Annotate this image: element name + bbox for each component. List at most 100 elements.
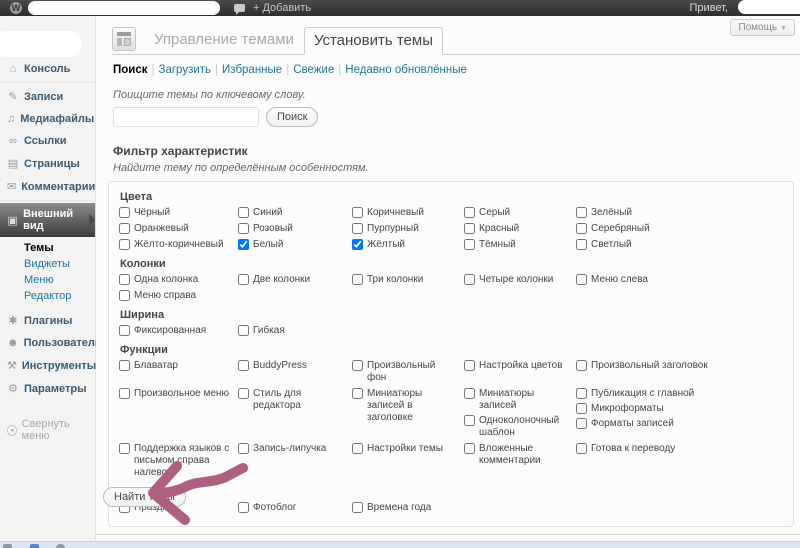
sidebar-item-links[interactable]: ∞Ссылки xyxy=(0,130,95,152)
sidebar-item-plugins[interactable]: ✱Плагины xyxy=(0,309,95,332)
sidebar-item-settings[interactable]: ⚙Параметры xyxy=(0,377,95,400)
filter-checkbox[interactable] xyxy=(238,325,249,336)
filter-checkbox[interactable] xyxy=(119,360,130,371)
subnav-link-3[interactable]: Избранные xyxy=(222,64,282,76)
filter-option[interactable]: Форматы записей xyxy=(576,418,781,430)
wordpress-logo-icon[interactable]: W xyxy=(10,2,22,14)
filter-checkbox[interactable] xyxy=(352,223,363,234)
collapse-menu-button[interactable]: ◂ Свернуть меню xyxy=(0,414,95,446)
filter-option[interactable]: Светлый xyxy=(576,239,781,251)
filter-checkbox[interactable] xyxy=(576,418,587,429)
filter-checkbox[interactable] xyxy=(238,360,249,371)
filter-option[interactable]: Микроформаты xyxy=(576,403,781,415)
filter-option[interactable]: Времена года xyxy=(352,502,456,514)
find-themes-button[interactable]: Найти темы xyxy=(103,487,186,507)
filter-option[interactable]: Запись-липучка xyxy=(238,443,344,455)
filter-option[interactable]: Фотоблог xyxy=(238,502,344,514)
filter-option[interactable]: Чёрный xyxy=(119,207,230,219)
sidebar-item-appearance[interactable]: ▣Внешний вид xyxy=(0,203,95,237)
filter-option[interactable]: Одна колонка xyxy=(119,274,230,286)
add-new-menu[interactable]: + Добавить xyxy=(253,2,311,14)
filter-checkbox[interactable] xyxy=(238,239,249,250)
sidebar-item-comments[interactable]: ✉Комментарии xyxy=(0,175,95,198)
filter-checkbox[interactable] xyxy=(464,415,475,426)
filter-checkbox[interactable] xyxy=(464,274,475,285)
filter-checkbox[interactable] xyxy=(464,360,475,371)
filter-option[interactable]: Серый xyxy=(464,207,568,219)
filter-option[interactable]: Серебряный xyxy=(576,223,781,235)
filter-checkbox[interactable] xyxy=(576,223,587,234)
filter-checkbox[interactable] xyxy=(238,443,249,454)
sidebar-item-media[interactable]: ♫Медиафайлы xyxy=(0,108,95,130)
filter-option[interactable]: Розовый xyxy=(238,223,344,235)
filter-option[interactable]: Поддержка языков с письмом справа налево xyxy=(119,443,230,479)
filter-checkbox[interactable] xyxy=(576,360,587,371)
filter-checkbox[interactable] xyxy=(352,360,363,371)
filter-option[interactable]: Зелёный xyxy=(576,207,781,219)
filter-checkbox[interactable] xyxy=(238,502,249,513)
filter-option[interactable]: Вложенные комментарии xyxy=(464,443,568,467)
subnav-link-4[interactable]: Свежие xyxy=(293,64,334,76)
sidebar-item-tools[interactable]: ⚒Инструменты xyxy=(0,354,95,377)
filter-option[interactable]: Миниатюры записей в заголовке xyxy=(352,388,456,424)
filter-option[interactable]: Коричневый xyxy=(352,207,456,219)
filter-checkbox[interactable] xyxy=(119,223,130,234)
filter-checkbox[interactable] xyxy=(576,403,587,414)
filter-checkbox[interactable] xyxy=(119,443,130,454)
filter-checkbox[interactable] xyxy=(352,207,363,218)
filter-checkbox[interactable] xyxy=(576,207,587,218)
subnav-link-5[interactable]: Недавно обновлённые xyxy=(345,64,467,76)
submenu-item-редактор[interactable]: Редактор xyxy=(0,288,95,304)
filter-checkbox[interactable] xyxy=(576,443,587,454)
filter-checkbox[interactable] xyxy=(464,239,475,250)
filter-checkbox[interactable] xyxy=(576,274,587,285)
filter-checkbox[interactable] xyxy=(119,290,130,301)
filter-checkbox[interactable] xyxy=(238,274,249,285)
filter-checkbox[interactable] xyxy=(352,388,363,399)
filter-checkbox[interactable] xyxy=(238,388,249,399)
filter-option[interactable]: Произвольный фон xyxy=(352,360,456,384)
filter-checkbox[interactable] xyxy=(119,325,130,336)
filter-option[interactable]: Меню слева xyxy=(576,274,781,286)
theme-search-input[interactable] xyxy=(113,107,259,127)
search-button[interactable]: Поиск xyxy=(266,107,318,127)
filter-option[interactable]: Блаватар xyxy=(119,360,230,372)
filter-option[interactable]: Красный xyxy=(464,223,568,235)
filter-option[interactable]: Три колонки xyxy=(352,274,456,286)
filter-checkbox[interactable] xyxy=(238,207,249,218)
filter-option[interactable]: Жёлто-коричневый xyxy=(119,239,230,251)
filter-checkbox[interactable] xyxy=(464,207,475,218)
subnav-link-2[interactable]: Загрузить xyxy=(159,64,212,76)
filter-option[interactable]: BuddyPress xyxy=(238,360,344,372)
filter-checkbox[interactable] xyxy=(352,239,363,250)
filter-checkbox[interactable] xyxy=(464,443,475,454)
filter-option[interactable]: Одноколоночный шаблон xyxy=(464,415,568,439)
filter-checkbox[interactable] xyxy=(464,388,475,399)
sidebar-item-dashboard[interactable]: ⌂Консоль xyxy=(0,58,95,80)
subnav-link-1[interactable]: Поиск xyxy=(113,64,148,76)
filter-option[interactable]: Четыре колонки xyxy=(464,274,568,286)
filter-option[interactable]: Публикация с главной xyxy=(576,388,781,400)
submenu-item-виджеты[interactable]: Виджеты xyxy=(0,256,95,272)
filter-option[interactable]: Оранжевый xyxy=(119,223,230,235)
filter-option[interactable]: Фиксированная xyxy=(119,325,230,337)
filter-checkbox[interactable] xyxy=(352,502,363,513)
sidebar-item-pages[interactable]: ▤Страницы xyxy=(0,152,95,175)
filter-option[interactable]: Настройки темы xyxy=(352,443,456,455)
filter-option[interactable]: Меню справа xyxy=(119,290,230,302)
filter-option[interactable]: Стиль для редактора xyxy=(238,388,344,412)
filter-checkbox[interactable] xyxy=(352,274,363,285)
submenu-item-темы[interactable]: Темы xyxy=(0,240,95,256)
filter-option[interactable]: Произвольный заголовок xyxy=(576,360,781,372)
filter-checkbox[interactable] xyxy=(119,274,130,285)
filter-option[interactable]: Миниатюры записей xyxy=(464,388,568,412)
filter-checkbox[interactable] xyxy=(576,239,587,250)
filter-option[interactable]: Синий xyxy=(238,207,344,219)
filter-option[interactable]: Произвольное меню xyxy=(119,388,230,400)
tab-manage-themes[interactable]: Управление темами xyxy=(144,26,304,54)
filter-checkbox[interactable] xyxy=(119,388,130,399)
filter-checkbox[interactable] xyxy=(464,223,475,234)
filter-option[interactable]: Жёлтый xyxy=(352,239,456,251)
filter-option[interactable]: Гибкая xyxy=(238,325,344,337)
filter-checkbox[interactable] xyxy=(576,388,587,399)
